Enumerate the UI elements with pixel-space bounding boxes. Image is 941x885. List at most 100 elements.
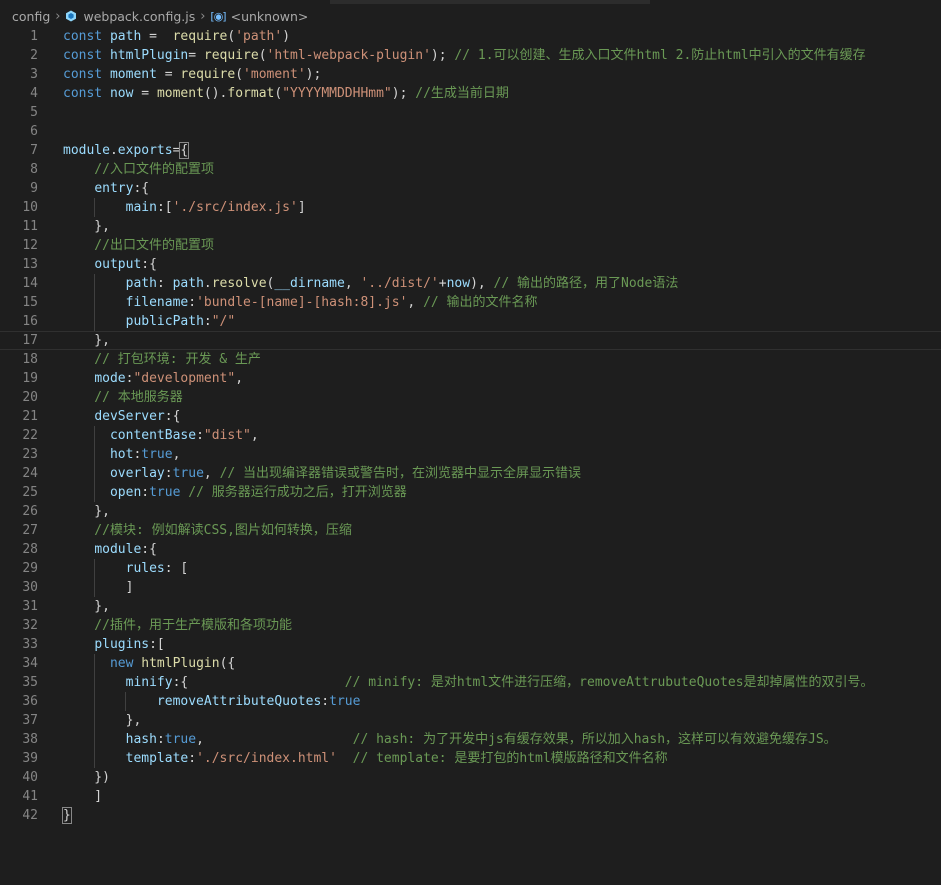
code-token: moment: [156, 86, 204, 101]
code-line[interactable]: 5: [0, 103, 941, 122]
code-line[interactable]: 41 ]: [0, 787, 941, 806]
code-token: filename: [125, 295, 189, 310]
line-content: filename:'bundle-[name]-[hash:8].js', //…: [63, 293, 538, 312]
line-content: //入口文件的配置项: [63, 160, 214, 179]
code-line[interactable]: 30 ]: [0, 578, 941, 597]
line-number: 29: [22, 561, 38, 576]
code-line[interactable]: 16 publicPath:"/": [0, 312, 941, 331]
line-number: 6: [30, 124, 38, 139]
code-token: :: [164, 466, 173, 481]
code-line[interactable]: 1 const path = require('path'): [0, 27, 941, 46]
code-line[interactable]: 10 main:['./src/index.js']: [0, 198, 941, 217]
code-line[interactable]: 27 //模块: 例如解读CSS,图片如何转换，压缩: [0, 521, 941, 540]
code-line[interactable]: 21 devServer:{: [0, 407, 941, 426]
breadcrumb-symbol[interactable]: <unknown>: [231, 9, 309, 24]
code-token: moment: [109, 67, 157, 82]
code-line[interactable]: 18 // 打包环境: 开发 & 生产: [0, 350, 941, 369]
line-number: 32: [22, 618, 38, 633]
code-line[interactable]: 38 hash:true, // hash: 为了开发中js有缓存效果，所以加入…: [0, 730, 941, 749]
code-line[interactable]: 3 const moment = require('moment');: [0, 65, 941, 84]
line-content: const moment = require('moment');: [63, 65, 321, 84]
code-token: {: [179, 142, 190, 159]
code-line[interactable]: 8 //入口文件的配置项: [0, 160, 941, 179]
code-editor[interactable]: config › webpack.config.js › [◉] <unknow…: [0, 0, 941, 885]
line-number: 13: [22, 257, 38, 272]
code-line[interactable]: 17 },: [0, 331, 941, 350]
code-token: module: [94, 542, 142, 557]
code-line[interactable]: 13 output:{: [0, 255, 941, 274]
breadcrumb-folder[interactable]: config: [12, 9, 50, 24]
code-area[interactable]: 1 const path = require('path') 2 const html…: [0, 27, 941, 825]
code-line[interactable]: 35 minify:{ // minify: 是对html文件进行压缩，remo…: [0, 673, 941, 692]
breadcrumb-file[interactable]: webpack.config.js: [83, 9, 195, 24]
line-content: const htmlPlugin= require('html-webpack-…: [63, 46, 866, 65]
code-token: ]: [63, 580, 134, 595]
code-line[interactable]: 23 hot:true,: [0, 445, 941, 464]
code-line[interactable]: 2 const htmlPlugin= require('html-webpack…: [0, 46, 941, 65]
code-token: ,: [196, 732, 353, 747]
code-token: ): [282, 29, 291, 44]
code-line[interactable]: 37 },: [0, 711, 941, 730]
line-number: 39: [22, 751, 38, 766]
code-line[interactable]: 26 },: [0, 502, 941, 521]
code-token: exports: [117, 143, 173, 158]
line-number: 12: [22, 238, 38, 253]
code-line[interactable]: 6: [0, 122, 941, 141]
code-line[interactable]: 12 //出口文件的配置项: [0, 236, 941, 255]
code-line[interactable]: 11 },: [0, 217, 941, 236]
code-line[interactable]: 28 module:{: [0, 540, 941, 559]
code-token: const: [63, 67, 110, 82]
code-line[interactable]: 36 removeAttributeQuotes:true: [0, 692, 941, 711]
code-token: publicPath: [125, 314, 204, 329]
code-token: plugins: [94, 637, 150, 652]
code-line[interactable]: 32 //插件，用于生产模版和各项功能: [0, 616, 941, 635]
code-line[interactable]: 40 }): [0, 768, 941, 787]
code-token: open: [109, 485, 142, 500]
code-line[interactable]: 20 // 本地服务器: [0, 388, 941, 407]
code-token: :: [188, 295, 197, 310]
code-line[interactable]: 4 const now = moment().format("YYYYMMDDHH…: [0, 84, 941, 103]
line-content: publicPath:"/": [63, 312, 236, 331]
code-token: module: [63, 143, 110, 158]
code-token: true: [172, 466, 204, 481]
code-line[interactable]: 22 contentBase:"dist",: [0, 426, 941, 445]
line-content: output:{: [63, 255, 157, 274]
code-token: now: [446, 276, 471, 291]
code-token: require: [180, 67, 236, 82]
code-token: hash: [125, 732, 157, 747]
code-line[interactable]: 7 module.exports={: [0, 141, 941, 160]
code-line[interactable]: 19 mode:"development",: [0, 369, 941, 388]
code-line[interactable]: 15 filename:'bundle-[name]-[hash:8].js',…: [0, 293, 941, 312]
code-line[interactable]: 34 new htmlPlugin({: [0, 654, 941, 673]
code-line[interactable]: 25 open:true // 服务器运行成功之后，打开浏览器: [0, 483, 941, 502]
code-token: htmlPlugin: [141, 656, 220, 671]
code-line[interactable]: 33 plugins:[: [0, 635, 941, 654]
line-number: 25: [22, 485, 38, 500]
code-token: 'path': [235, 29, 283, 44]
code-token: .: [109, 143, 118, 158]
line-content: entry:{: [63, 179, 149, 198]
line-content: const path = require('path'): [63, 27, 290, 46]
code-token: rules: [125, 561, 165, 576]
line-number: 38: [22, 732, 38, 747]
code-line[interactable]: 9 entry:{: [0, 179, 941, 198]
code-line[interactable]: 39 template:'./src/index.html' // templa…: [0, 749, 941, 768]
code-token: :[: [156, 200, 173, 215]
code-token: ,: [203, 466, 220, 481]
code-line[interactable]: 31 },: [0, 597, 941, 616]
code-token: },: [63, 333, 110, 348]
scrollbar-thumb[interactable]: [330, 0, 650, 4]
code-token: // 当出现编译器错误或警告时，在浏览器中显示全屏显示错误: [219, 466, 582, 481]
code-token: require: [172, 29, 228, 44]
line-number: 17: [22, 333, 38, 348]
code-token: //插件，用于生产模版和各项功能: [63, 618, 292, 633]
code-token: output: [94, 257, 142, 272]
code-line[interactable]: 42}: [0, 806, 941, 825]
code-line[interactable]: 24 overlay:true, // 当出现编译器错误或警告时，在浏览器中显示…: [0, 464, 941, 483]
code-line[interactable]: 29 rules: [: [0, 559, 941, 578]
horizontal-scrollbar[interactable]: [0, 0, 941, 4]
code-line[interactable]: 14 path: path.resolve(__dirname, '../dis…: [0, 274, 941, 293]
